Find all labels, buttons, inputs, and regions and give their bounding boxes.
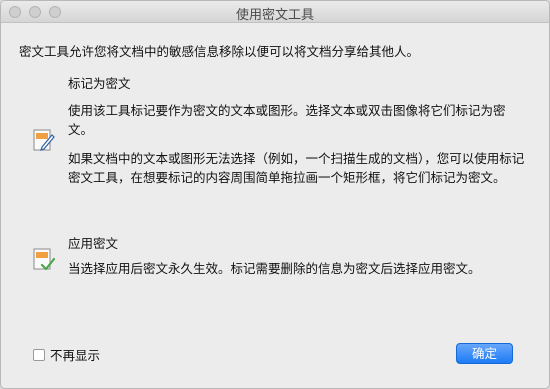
title-bar: 使用密文工具	[1, 1, 549, 23]
dont-show-again-row[interactable]: 不再显示	[33, 345, 100, 364]
mark-instructions: 如果文档中的文本或图形无法选择（例如，一个扫描生成的文档），您可以使用标记密文工…	[68, 151, 525, 185]
apply-section-title: 应用密文	[68, 236, 119, 251]
intro-text: 密文工具允许您将文档中的敏感信息移除以便可以将文档分享给其他人。	[19, 44, 420, 59]
window-title: 使用密文工具	[235, 8, 314, 23]
mark-description: 使用该工具标记要作为密文的文本或图形。选择文本或双击图像将它们标记为密文。	[68, 103, 506, 137]
apply-redaction-icon	[33, 248, 55, 271]
apply-description: 当选择应用后密文永久生效。标记需要删除的信息为密文后选择应用密文。	[68, 261, 481, 276]
dialog-window: 使用密文工具 密文工具允许您将文档中的敏感信息移除以便可以将文档分享给其他人。 …	[0, 0, 550, 389]
ok-button[interactable]: 确定	[456, 343, 513, 364]
dont-show-again-checkbox[interactable]	[33, 348, 45, 361]
mark-section-title: 标记为密文	[68, 76, 131, 91]
mark-redaction-icon	[33, 129, 55, 151]
dont-show-again-label[interactable]: 不再显示	[50, 345, 100, 364]
